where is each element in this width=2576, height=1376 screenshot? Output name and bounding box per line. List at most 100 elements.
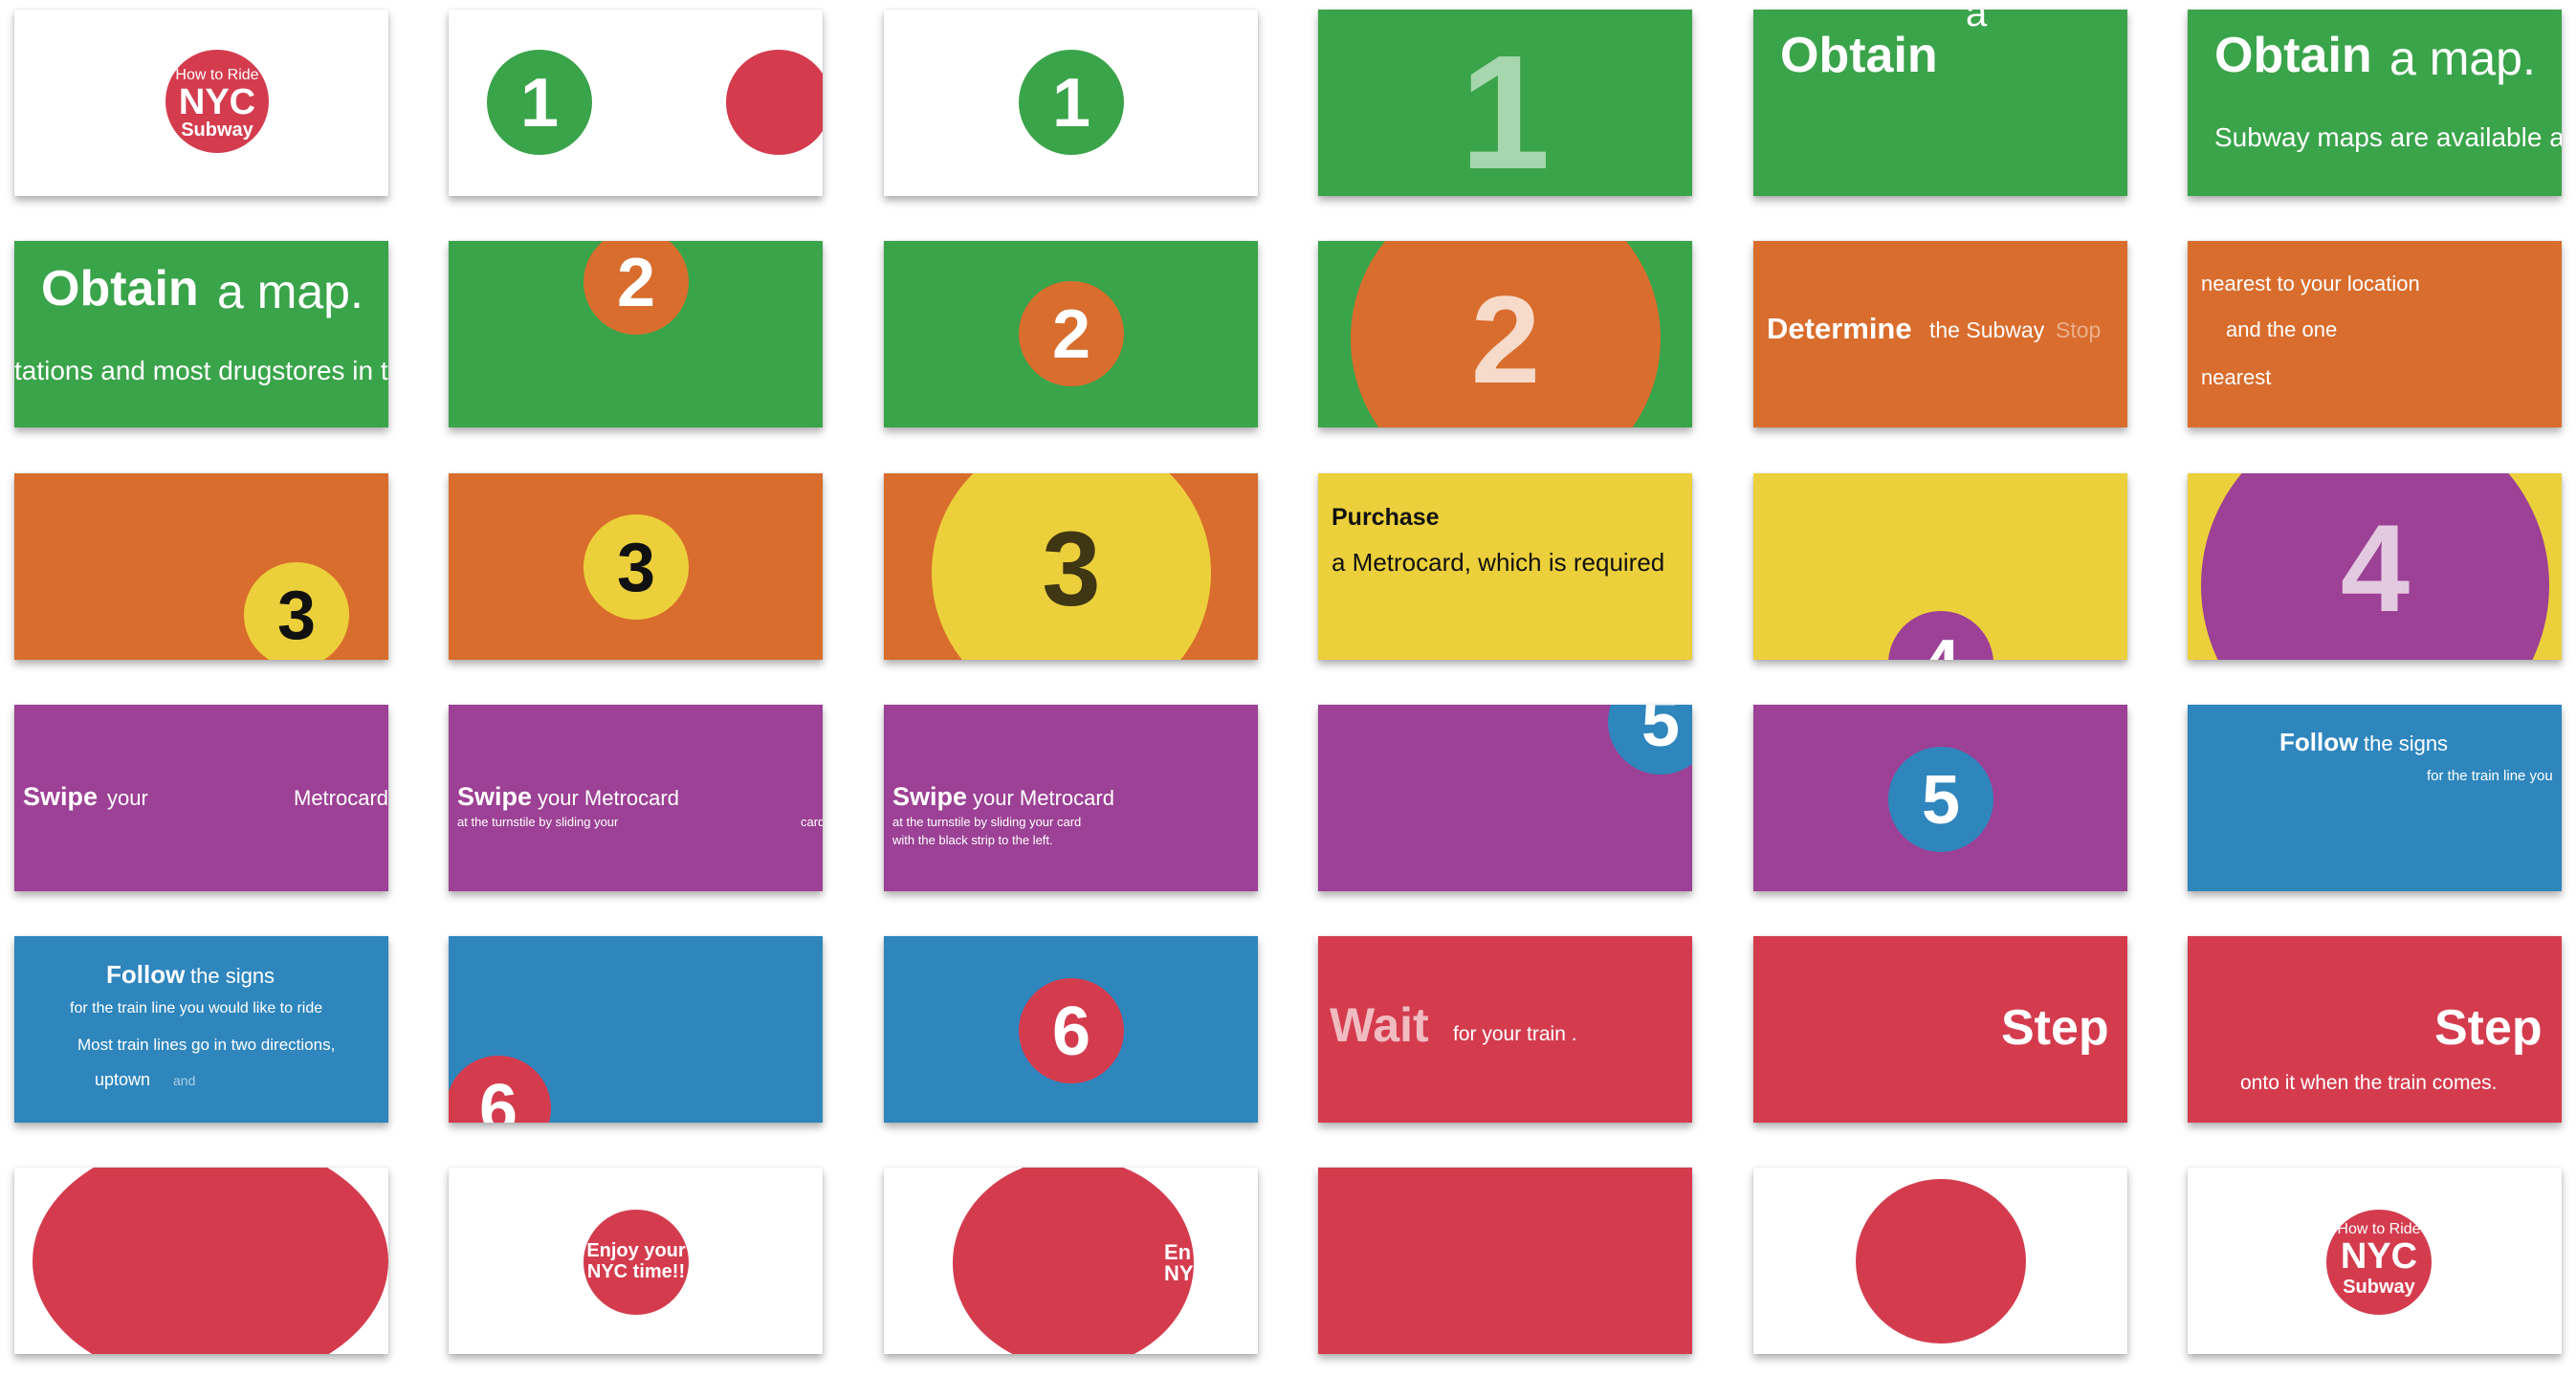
slide-thumbnail[interactable]: Step <box>1753 936 2127 1123</box>
closing-circle <box>953 1168 1194 1354</box>
heading-rest: your Metrocard <box>538 786 679 810</box>
slide-thumbnail[interactable]: 3 <box>449 473 823 660</box>
closing-circle <box>33 1168 388 1354</box>
step-number: 6 <box>1051 994 1091 1070</box>
slide-thumbnail[interactable]: Wait for your train . <box>1318 936 1692 1123</box>
heading-faded: Stop <box>2056 317 2102 342</box>
heading-rest: the Subway <box>1929 317 2045 342</box>
slide-thumbnail[interactable]: 1 <box>449 10 823 196</box>
nyc-text: NYC <box>178 82 256 122</box>
slide-thumbnail[interactable]: 4 <box>1753 473 2127 660</box>
step-number: 4 <box>1888 625 1993 660</box>
heading-bold: Swipe <box>457 782 533 811</box>
step-number: 3 <box>1042 511 1101 628</box>
heading-rest: a map. <box>2389 32 2536 85</box>
step-number: 4 <box>2340 498 2411 638</box>
slide-thumbnail[interactable]: 5 <box>1753 705 2127 891</box>
subway-text: Subway <box>181 120 253 141</box>
heading-bold: Follow <box>2279 728 2359 756</box>
body-text: at the turnstile by sliding your <box>457 815 619 829</box>
slide-thumbnail[interactable]: Step onto it when the train comes. <box>2188 936 2562 1123</box>
slide-thumbnail[interactable] <box>14 1168 388 1354</box>
slide-thumbnail[interactable]: How to Ride NYC Subway <box>2188 1168 2562 1354</box>
body-text: at the turnstile by sliding your card <box>892 815 1082 829</box>
slide-thumbnail[interactable]: Enjoy your NYC time!! <box>449 1168 823 1354</box>
heading-rest: the signs <box>190 964 275 988</box>
slide-thumbnail[interactable]: Obtain a map. Subway maps are available … <box>2188 10 2562 196</box>
line-1: nearest to your location <box>2201 272 2420 295</box>
heading-word: Metrocard <box>294 786 388 810</box>
heading-rest: your <box>107 786 148 810</box>
step-number: 3 <box>616 530 656 606</box>
step-number: 3 <box>276 578 317 654</box>
heading-bold: Purchase <box>1332 504 1440 531</box>
line-3: nearest <box>2201 365 2272 389</box>
step-number: 5 <box>1640 705 1681 761</box>
heading-bold: Swipe <box>892 782 968 811</box>
heading-faded: Wait <box>1330 998 1429 1052</box>
slide-thumbnail[interactable]: Obtain a map. tations and most drugstore… <box>14 241 388 427</box>
body-word: card <box>801 815 823 829</box>
slide-thumbnail[interactable]: Obtain a <box>1753 10 2127 196</box>
slide-thumbnail[interactable]: Determine the Subway Stop <box>1753 241 2127 427</box>
subway-text: Subway <box>2343 1277 2415 1298</box>
step-number: 1 <box>1460 22 1551 196</box>
enjoy-line-1: Enjoy your <box>586 1240 686 1261</box>
body-text: a Metrocard, which is required <box>1332 548 1665 577</box>
heading-bold: Obtain <box>41 261 199 317</box>
slide-thumbnail[interactable]: Follow the signs for the train line you … <box>14 936 388 1123</box>
slide-thumbnail[interactable]: Swipe your Metrocard at the turnstile by… <box>449 705 823 891</box>
slide-thumbnail[interactable]: 2 <box>884 241 1258 427</box>
heading-bold: Obtain <box>2214 28 2372 83</box>
heading-bold: Determine <box>1767 312 1912 345</box>
body-text: for the train line you <box>2427 768 2553 784</box>
slide-thumbnail[interactable]: Swipe your Metrocard at the turnstile by… <box>884 705 1258 891</box>
body-text-2: Most train lines go in two directions, <box>77 1036 336 1054</box>
step-number: 1 <box>1051 65 1091 142</box>
slide-thumbnail[interactable] <box>1753 1168 2127 1354</box>
body-text: onto it when the train comes. <box>2240 1072 2498 1094</box>
enjoy-line-2: NY <box>1164 1261 1194 1285</box>
heading-rest: the signs <box>2364 732 2449 755</box>
body-text: tations and most drugstores in t <box>14 356 388 385</box>
entering-circle <box>726 50 823 155</box>
slide-thumbnail[interactable]: 3 <box>14 473 388 660</box>
slide-thumbnail[interactable]: 4 <box>2188 473 2562 660</box>
slide-thumbnail[interactable]: How to Ride NYC Subway <box>14 10 388 196</box>
heading-bold: Swipe <box>23 782 99 811</box>
closing-circle <box>1856 1179 2026 1343</box>
slide-thumbnail[interactable]: 2 <box>1318 241 1692 427</box>
nyc-text: NYC <box>2340 1236 2418 1277</box>
body-text: for the train line you would like to rid… <box>70 1000 323 1016</box>
line-2: and the one <box>2226 317 2338 341</box>
slide-thumbnail[interactable]: 6 <box>884 936 1258 1123</box>
slide-thumbnail[interactable]: 1 <box>1318 10 1692 196</box>
step-number: 6 <box>478 1071 518 1123</box>
heading-bold: Obtain <box>1780 28 1938 83</box>
heading-word: a <box>1966 10 1988 34</box>
step-number: 2 <box>1470 270 1541 409</box>
slide-thumbnail[interactable]: 6 <box>449 936 823 1123</box>
slide-thumbnail[interactable]: 3 <box>884 473 1258 660</box>
step-number: 1 <box>519 65 560 142</box>
slide-thumbnail[interactable]: Purchase a Metrocard, which is required <box>1318 473 1692 660</box>
heading-bold: Follow <box>106 960 186 989</box>
body-faded: and <box>173 1073 196 1088</box>
slide-thumbnail[interactable]: Follow the signs for the train line you <box>2188 705 2562 891</box>
slide-thumbnail[interactable]: En NY <box>884 1168 1258 1354</box>
heading-rest: a map. <box>217 265 363 318</box>
slide-thumbnail[interactable]: Swipe your Metrocard <box>14 705 388 891</box>
step-number: 2 <box>1051 296 1091 373</box>
enjoy-line-2: NYC time!! <box>586 1261 686 1282</box>
slide-thumbnail[interactable]: 1 <box>884 10 1258 196</box>
step-number: 2 <box>616 245 656 321</box>
slide-thumbnail[interactable]: 5 <box>1318 705 1692 891</box>
slide-thumbnail[interactable] <box>1318 1168 1692 1354</box>
body-text-2: with the black strip to the left. <box>892 833 1053 847</box>
heading-rest: your Metrocard <box>973 786 1114 810</box>
heading-rest: for your train . <box>1453 1023 1577 1045</box>
body-word: uptown <box>95 1070 151 1089</box>
slide-thumbnail[interactable]: nearest to your location and the one nea… <box>2188 241 2562 427</box>
body-text: Subway maps are available at <box>2214 122 2562 152</box>
slide-thumbnail[interactable]: 2 <box>449 241 823 427</box>
